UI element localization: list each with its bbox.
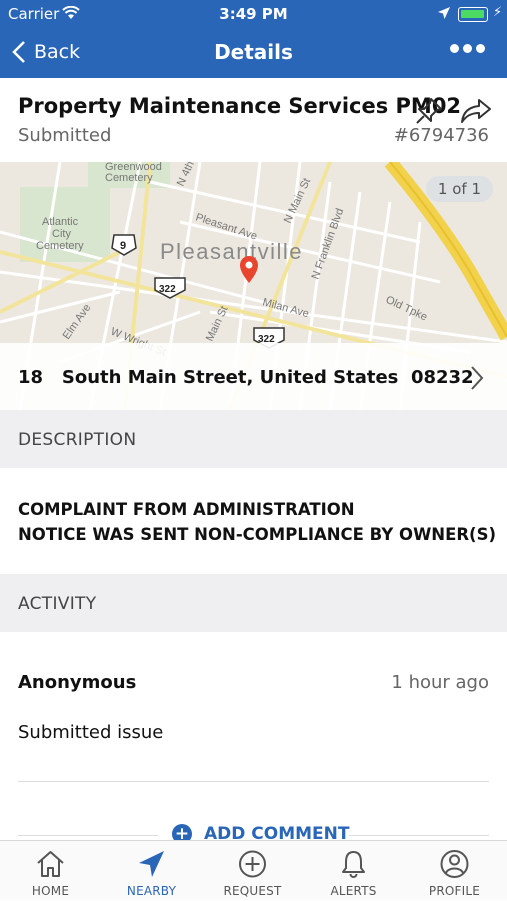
- address-zip: 08232: [410, 367, 474, 388]
- share-icon[interactable]: [460, 98, 492, 124]
- address-row[interactable]: 18 South Main Street, United States 0823…: [0, 343, 507, 410]
- request-number: #6794736: [393, 125, 489, 146]
- map-label: Cemetery: [36, 240, 84, 252]
- activity-author: Anonymous: [18, 672, 137, 693]
- activity-timestamp: 1 hour ago: [391, 672, 489, 693]
- divider: [349, 835, 489, 836]
- bell-icon: [342, 851, 365, 878]
- description-line: NOTICE WAS SENT NON-COMPLIANCE BY OWNER(…: [18, 525, 497, 544]
- nav-bar: Back Details: [0, 28, 507, 78]
- location-arrow-icon: [438, 7, 450, 19]
- address-number: 18: [18, 367, 44, 388]
- tab-profile[interactable]: PROFILE: [404, 841, 505, 901]
- svg-text:322: 322: [159, 284, 176, 295]
- activity-header: ACTIVITY: [0, 574, 507, 632]
- tab-home[interactable]: HOME: [0, 841, 101, 901]
- map-town-label: Pleasantville: [160, 239, 303, 264]
- divider: [18, 835, 158, 836]
- address-street: South Main Street, United States: [61, 367, 399, 388]
- charging-icon: ⚡: [493, 5, 503, 20]
- page-title: Details: [214, 40, 293, 64]
- map-label: Cemetery: [105, 172, 153, 184]
- plus-circle-icon: [239, 850, 266, 878]
- request-header: Property Maintenance Services PM02 Submi…: [0, 78, 507, 162]
- svg-text:9: 9: [120, 240, 126, 252]
- description-header-label: DESCRIPTION: [18, 430, 137, 450]
- activity-header-label: ACTIVITY: [18, 594, 97, 614]
- description-body: COMPLAINT FROM ADMINISTRATION NOTICE WAS…: [0, 468, 507, 574]
- user-circle-icon: [440, 850, 469, 878]
- activity-message: Submitted issue: [18, 722, 164, 743]
- tab-label: PROFILE: [428, 884, 481, 898]
- request-title: Property Maintenance Services PM02: [18, 94, 462, 118]
- description-header: DESCRIPTION: [0, 410, 507, 468]
- divider: [18, 781, 489, 782]
- navigation-arrow-icon: [139, 851, 164, 877]
- chevron-right-icon: [471, 366, 484, 390]
- tab-bar: HOME NEARBY REQUEST ALERTS PROFILE: [0, 840, 507, 900]
- home-icon: [37, 851, 64, 877]
- tab-alerts[interactable]: ALERTS: [303, 841, 404, 901]
- battery-icon: [458, 7, 488, 22]
- tab-label: ALERTS: [330, 884, 377, 898]
- pin-icon[interactable]: [414, 96, 444, 126]
- clock: 3:49 PM: [219, 5, 288, 23]
- tab-nearby[interactable]: NEARBY: [101, 841, 202, 901]
- map-pager: 1 of 1: [425, 176, 493, 202]
- request-status: Submitted: [18, 125, 112, 146]
- map-label: Atlantic: [42, 216, 79, 228]
- tab-label: NEARBY: [126, 884, 177, 898]
- tab-label: HOME: [31, 884, 70, 898]
- more-options-icon[interactable]: [450, 44, 485, 53]
- description-line: COMPLAINT FROM ADMINISTRATION: [18, 500, 355, 519]
- activity-feed: Anonymous 1 hour ago Submitted issue + A…: [0, 632, 507, 844]
- tab-label: REQUEST: [223, 884, 282, 898]
- tab-request[interactable]: REQUEST: [202, 841, 303, 901]
- address-text: 18 South Main Street, United States 0823…: [18, 367, 474, 388]
- status-bar: Carrier 3:49 PM ⚡: [0, 0, 507, 28]
- map-label: City: [52, 228, 71, 240]
